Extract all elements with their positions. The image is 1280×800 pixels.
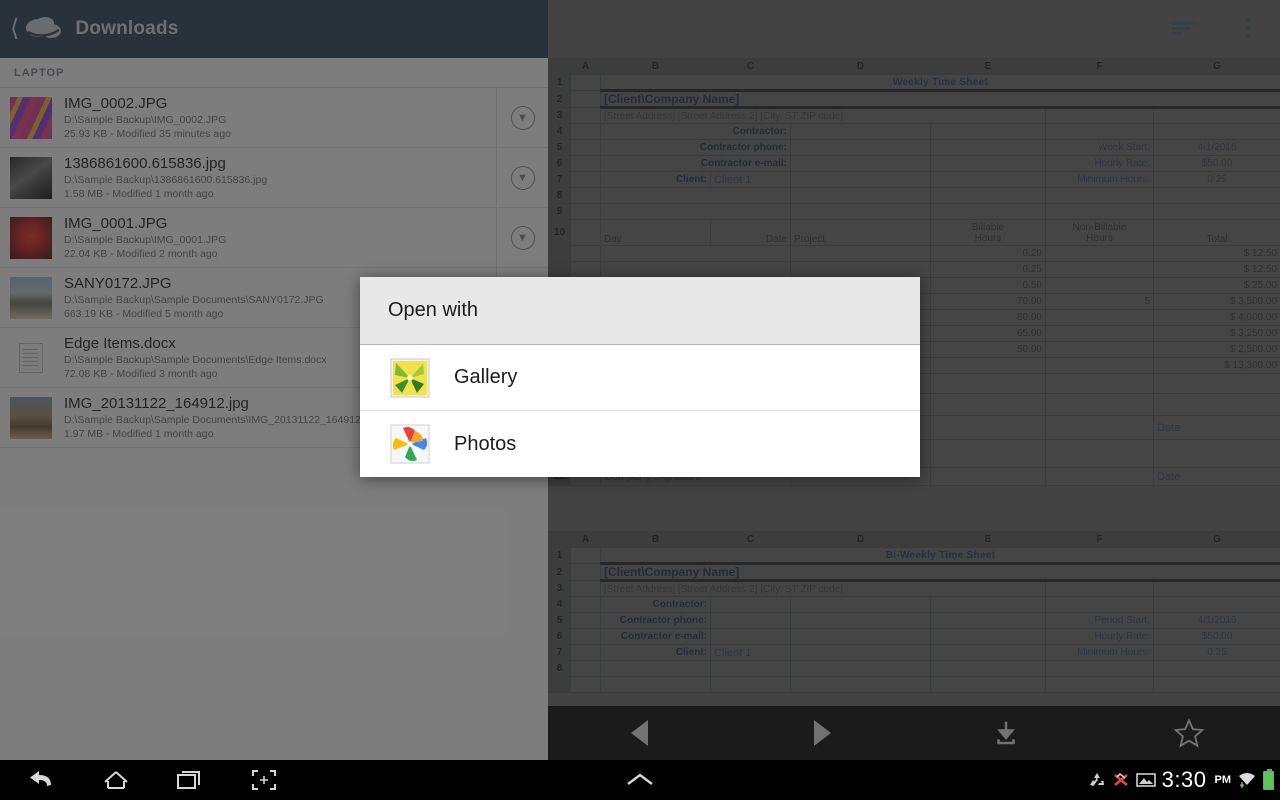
dialog-title: Open with — [360, 277, 920, 345]
home-icon — [104, 771, 128, 789]
screen-root: A B C D E F G 1 Weekly Time Sheet 2 [Cli… — [0, 0, 1280, 800]
dialog-item-gallery[interactable]: Gallery — [360, 345, 920, 411]
nav-recents-button[interactable] — [168, 760, 212, 800]
no-sync-icon — [1113, 772, 1128, 786]
expand-up-icon — [627, 773, 653, 785]
dialog-item-label: Gallery — [454, 366, 518, 388]
battery-icon — [1263, 768, 1274, 790]
screenshot-icon — [252, 770, 276, 790]
dialog-item-photos[interactable]: Photos — [360, 411, 920, 477]
status-clock: 3:30 — [1161, 767, 1207, 792]
wifi-icon — [1239, 773, 1255, 789]
nav-back-button[interactable] — [18, 760, 62, 800]
nav-expand-button[interactable] — [618, 760, 662, 800]
recent-apps-icon — [177, 771, 200, 789]
photos-app-icon — [390, 424, 430, 464]
gallery-app-icon — [390, 358, 430, 398]
back-icon — [30, 771, 51, 786]
dialog-item-label: Photos — [454, 432, 517, 455]
nav-screenshot-button[interactable] — [242, 760, 286, 800]
open-with-dialog: Open with Gallery Photos — [360, 277, 920, 477]
recycle-icon — [1089, 773, 1104, 786]
status-ampm: PM — [1214, 774, 1232, 786]
nav-home-button[interactable] — [94, 760, 138, 800]
status-area: 3:30 PM — [1088, 760, 1274, 800]
system-navigation-bar: 3:30 PM — [0, 760, 1280, 800]
screenshot-saved-icon — [1135, 773, 1156, 787]
